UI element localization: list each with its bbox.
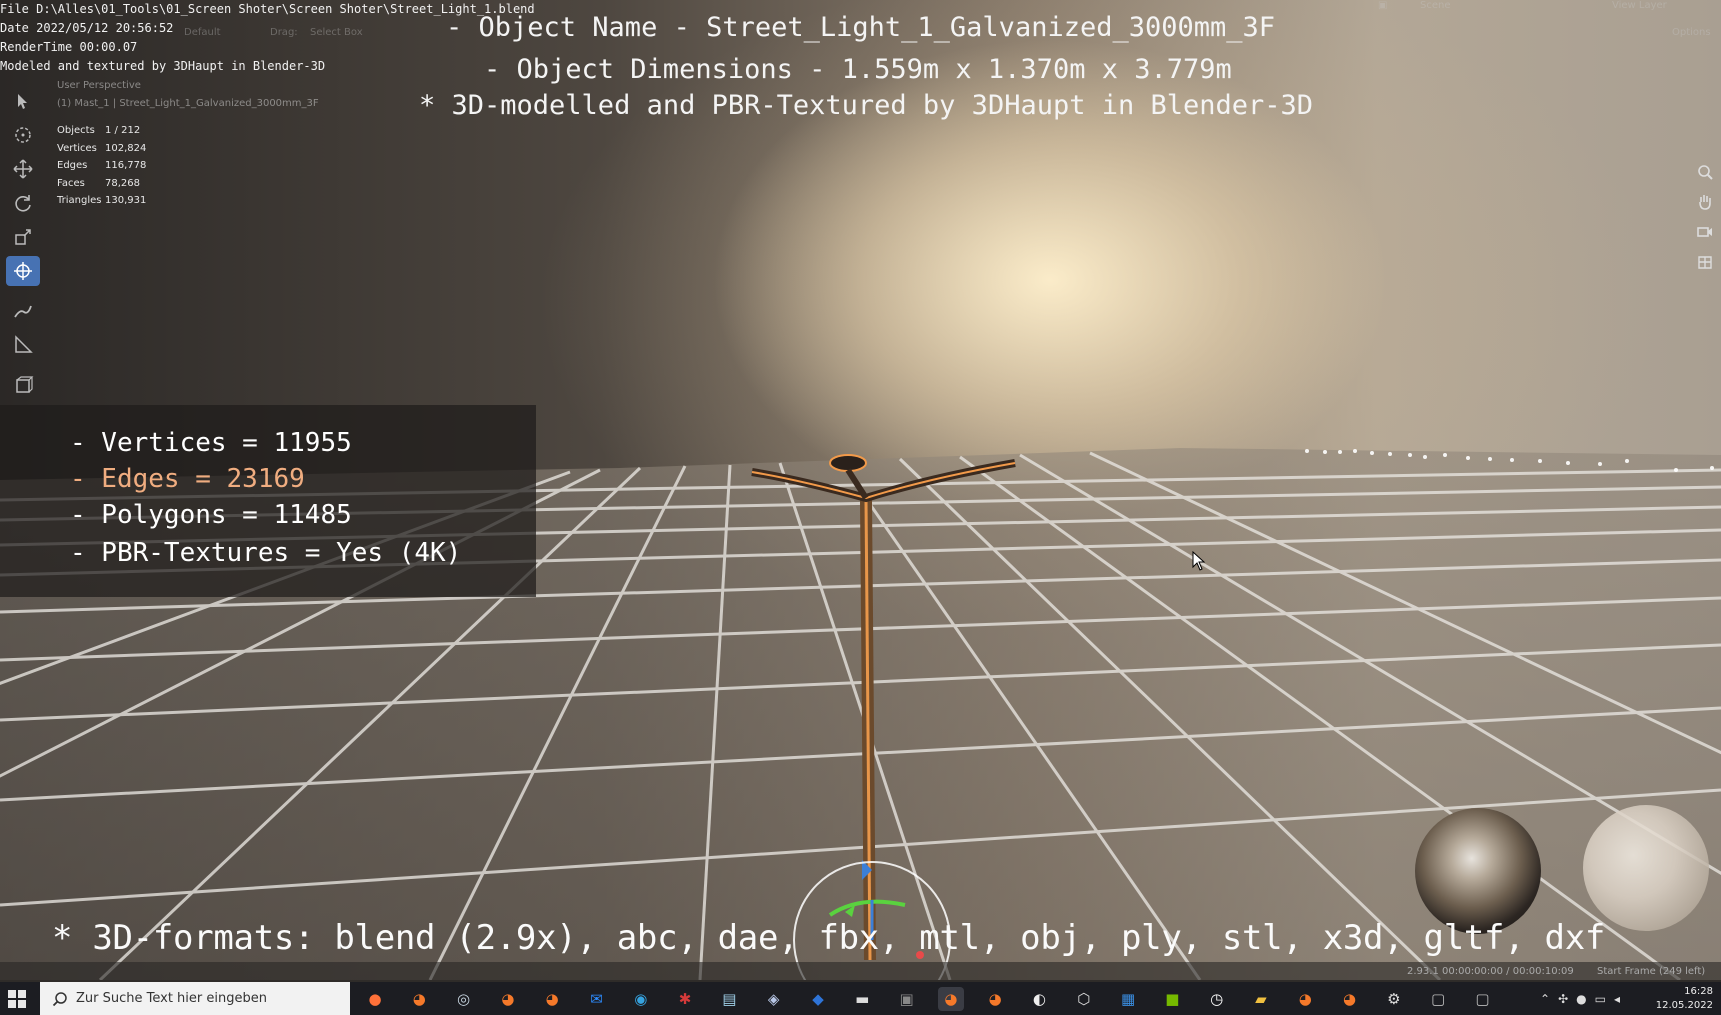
status-bar: 2.93.1 00:00:00:00 / 00:00:10:09 Start F… [0, 962, 1721, 982]
viewport-active-object-label: (1) Mast_1 | Street_Light_1_Galvanized_3… [57, 98, 319, 109]
add-cube-icon [16, 376, 34, 393]
clock-date: 12.05.2022 [1655, 1000, 1713, 1011]
move-tool-button[interactable] [6, 154, 40, 184]
pan-button[interactable] [1693, 190, 1717, 214]
settings-icon[interactable]: ⚙ [1381, 987, 1407, 1011]
blender-icon[interactable]: ◕ [406, 987, 432, 1011]
blender-icon[interactable]: ◕ [982, 987, 1008, 1011]
pencil-icon [14, 305, 32, 318]
version-timecode: 2.93.1 00:00:00:00 / 00:00:10:09 [1407, 966, 1574, 977]
viewport-statistics: Objects 1 / 212 Vertices 102,824 Edges 116,… [57, 125, 146, 213]
taskbar-search-box[interactable]: Zur Suche Text hier eingeben [40, 982, 350, 1015]
blender-icon[interactable]: ◕ [1292, 987, 1318, 1011]
tray-network-icon[interactable]: ● [1576, 992, 1586, 1006]
polygons-count: - Polygons = 11485 [70, 500, 352, 530]
app-dark-icon[interactable]: ▣ [894, 987, 920, 1011]
scale-icon [15, 229, 31, 245]
search-placeholder: Zur Suche Text hier eingeben [76, 991, 267, 1006]
move-arrows-icon [13, 159, 33, 179]
terminal-icon[interactable]: ▬ [849, 987, 875, 1011]
object-dimensions-title: - Object Dimensions - 1.559m x 1.370m x … [484, 54, 1232, 85]
taskbar-clock[interactable]: 16:28 12.05.2022 [1656, 985, 1713, 1013]
clock-app-icon[interactable]: ◷ [1204, 987, 1230, 1011]
scene-selector[interactable]: Scene [1420, 0, 1451, 20]
pbr-textures-info: - PBR-Textures = Yes (4K) [70, 538, 462, 568]
hand-icon [1699, 195, 1711, 210]
panda-icon[interactable]: ◐ [1026, 987, 1052, 1011]
scene-icon[interactable]: ▣ [1378, 0, 1387, 20]
start-frame-info: Start Frame (249 left) [1597, 966, 1706, 977]
object-name-title: - Object Name - Street_Light_1_Galvanize… [446, 12, 1276, 43]
taskbar-apps: ● ◕ ◎ ◕ ◕ ✉ ◉ ✱ ▤ ◈ ◆ ▬ ▣ ◕ ◕ ◐ ⬡ ▦ ■ ◷ ▰ ◕ ◕ ⚙ ▢ ▢ [362, 987, 1514, 1011]
folder-icon[interactable]: ▰ [1248, 987, 1274, 1011]
viewport-perspective-label: User Perspective [57, 80, 141, 91]
grid-icon [1698, 256, 1712, 269]
zoom-button[interactable] [1693, 160, 1717, 184]
search-icon [52, 991, 67, 1006]
cursor-select-icon [18, 94, 27, 109]
stat-row: Edges 116,778 [57, 160, 147, 171]
blender-icon[interactable]: ◕ [937, 987, 964, 1011]
options-menu[interactable]: Options [1672, 27, 1711, 38]
mesh-info-overlay: - Vertices = 11955 - Edges = 23169 - Pol… [0, 405, 536, 597]
tray-app-icon[interactable]: ✣ [1558, 992, 1568, 1006]
author-title: * 3D-modelled and PBR-Textured by 3DHaup… [419, 90, 1314, 121]
dropbox-icon[interactable]: ◆ [805, 987, 831, 1011]
formats-overlay: * 3D-formats: blend (2.9x), abc, dae, fb… [52, 918, 1606, 958]
stat-row: Faces 78,268 [57, 177, 140, 189]
credit-line: Modeled and textured by 3DHaupt in Blend… [0, 59, 326, 73]
view-layer-selector[interactable]: View Layer [1612, 0, 1667, 20]
tray-volume-icon[interactable]: ◂ [1614, 992, 1620, 1006]
firefox-icon[interactable]: ● [362, 987, 388, 1011]
edges-count: - Edges = 23169 [70, 464, 305, 494]
zoom-icon [1698, 165, 1713, 180]
ruler-icon [15, 335, 33, 353]
steam-icon[interactable]: ◎ [451, 987, 477, 1011]
clock-time: 16:28 [1684, 986, 1713, 997]
app-icon[interactable]: ◈ [761, 987, 787, 1011]
material-preview-diffuse-ball [1583, 805, 1709, 931]
ortho-toggle-button[interactable] [1693, 250, 1717, 274]
app-gray-icon[interactable]: ▢ [1469, 987, 1495, 1011]
rotate-icon [15, 195, 31, 212]
stat-row: Triangles 130,931 [57, 195, 147, 206]
cube-icon[interactable]: ⬡ [1071, 987, 1097, 1011]
mail-icon[interactable]: ✉ [583, 987, 609, 1011]
material-preview-chrome-ball [1415, 808, 1541, 934]
blender-icon[interactable]: ◕ [1337, 987, 1363, 1011]
stat-row: Objects 1 / 212 [57, 125, 141, 136]
stat-row: Vertices 102,824 [57, 142, 147, 154]
scale-tool-button[interactable] [6, 222, 40, 252]
windows-taskbar: Zur Suche Text hier eingeben ● ◕ ◎ ◕ ◕ ✉ ◉ ✱ ▤ ◈ ◆… [0, 982, 1721, 1015]
app-gray-icon[interactable]: ▢ [1425, 987, 1451, 1011]
blender-icon[interactable]: ◕ [539, 987, 565, 1011]
annotate-tool-button[interactable] [6, 296, 40, 326]
transform-tool-button[interactable] [6, 256, 40, 286]
mouse-cursor-icon [1192, 551, 1206, 571]
nvidia-icon[interactable]: ■ [1159, 987, 1185, 1011]
measure-tool-button[interactable] [6, 330, 40, 360]
calendar-icon[interactable]: ▦ [1115, 987, 1141, 1011]
edge-icon[interactable]: ◉ [628, 987, 654, 1011]
blender-icon[interactable]: ◕ [495, 987, 521, 1011]
tray-expand-icon[interactable]: ⌃ [1540, 992, 1550, 1006]
vertices-count: - Vertices = 11955 [70, 428, 352, 458]
camera-view-button[interactable] [1693, 220, 1717, 244]
tool-shelf [6, 86, 42, 404]
cursor-tool-button[interactable] [6, 120, 40, 150]
navigation-gizmo-buttons [1693, 160, 1717, 280]
app-red-icon[interactable]: ✱ [672, 987, 698, 1011]
camera-icon [1697, 227, 1712, 237]
select-tool-button[interactable] [6, 86, 40, 116]
system-tray: ⌃ ✣ ● ▭ ◂ [1540, 992, 1628, 1006]
rotate-tool-button[interactable] [6, 188, 40, 218]
add-cube-tool-button[interactable] [6, 370, 40, 400]
transform-icon [14, 262, 32, 280]
tray-battery-icon[interactable]: ▭ [1595, 992, 1606, 1006]
3d-cursor-icon [15, 127, 31, 143]
windows-start-button[interactable] [8, 990, 26, 1008]
notes-icon[interactable]: ▤ [716, 987, 742, 1011]
